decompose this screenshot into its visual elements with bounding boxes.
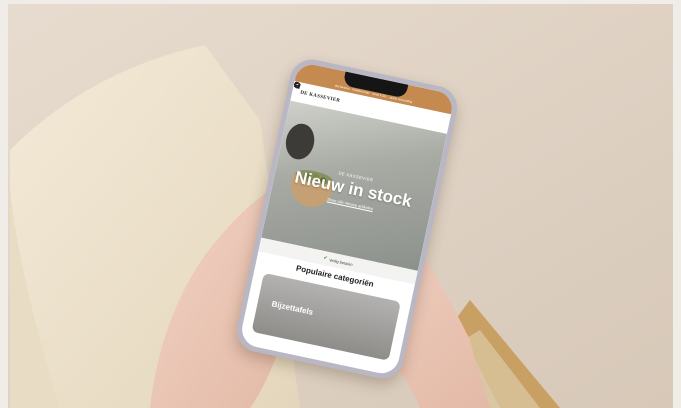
menu-icon[interactable] <box>294 82 442 126</box>
hero-teapot <box>282 121 318 163</box>
usp-text: Veilig betalen <box>328 256 354 267</box>
cart-icon[interactable] <box>294 82 416 120</box>
site-logo[interactable]: DE KASSEVIER <box>300 90 341 103</box>
search-icon[interactable] <box>294 81 403 117</box>
account-icon[interactable] <box>294 82 429 123</box>
photo-scene: We leveren · thuisbezorgd · vanaf € 50,-… <box>0 0 681 408</box>
check-icon: ✔ <box>322 255 329 262</box>
